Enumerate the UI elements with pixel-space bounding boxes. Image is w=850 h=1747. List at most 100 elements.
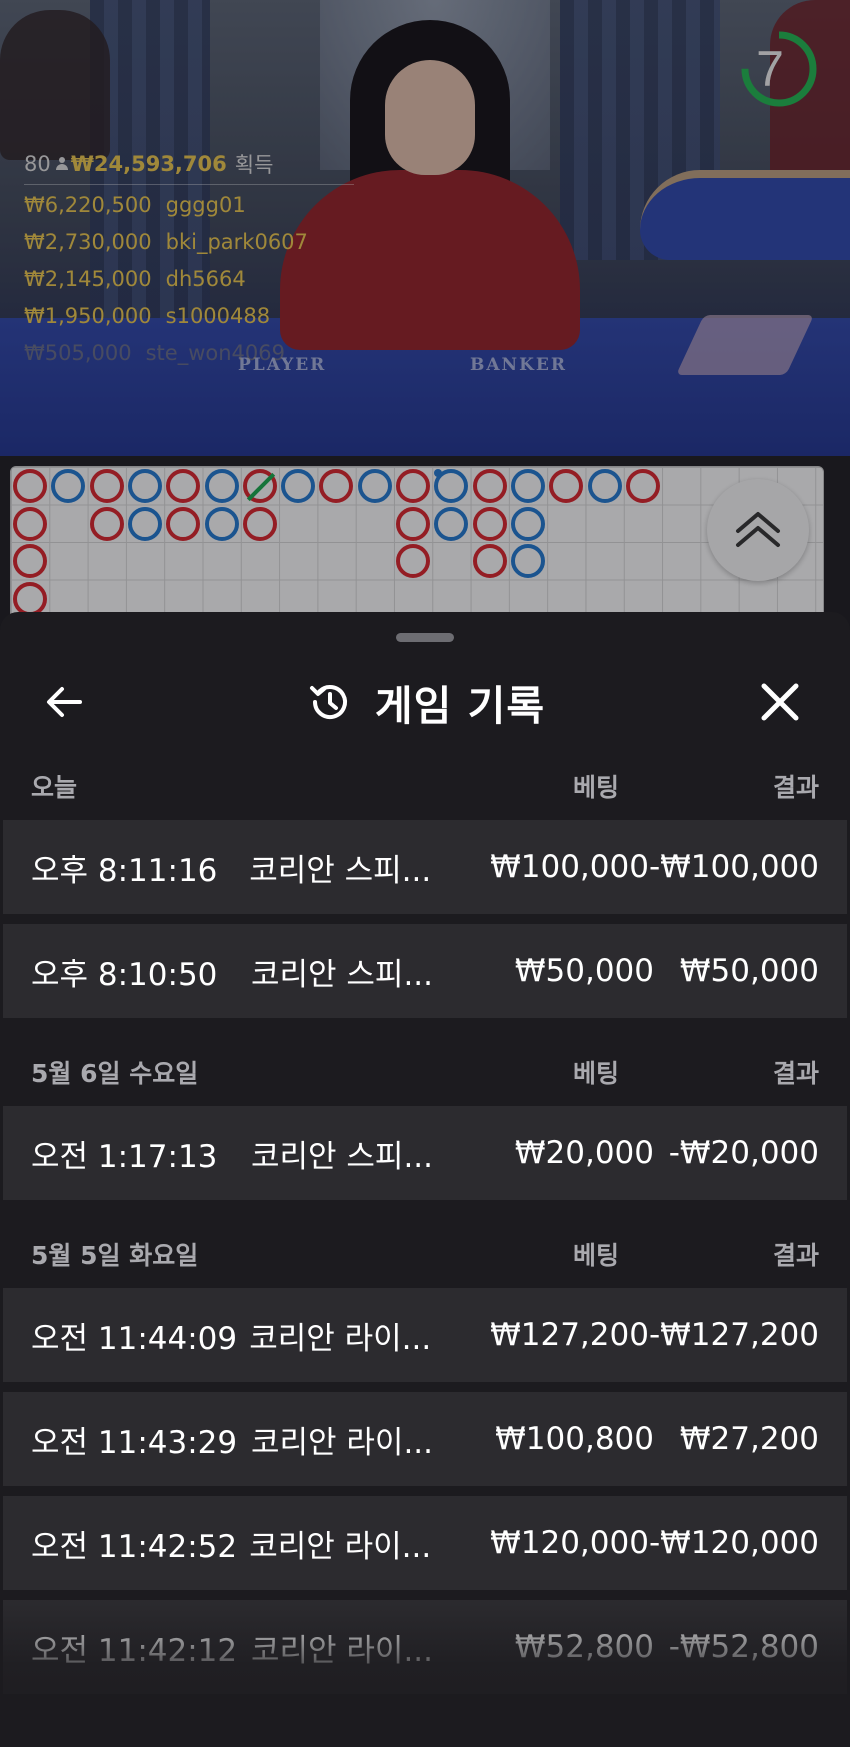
- game-name: 코리안 스피...: [251, 956, 434, 993]
- winner-user: gggg01: [165, 193, 246, 217]
- sheet-title-group: 게임 기록: [0, 652, 850, 752]
- winner-amount: ₩6,220,500: [24, 193, 152, 217]
- banker-bead: [549, 469, 584, 503]
- game-name: 코리안 라이...: [251, 1632, 434, 1669]
- bet-column-header: 베팅: [572, 1241, 619, 1270]
- history-row[interactable]: 오전 11:42:12 코리안 라이... ₩52,800 -₩52,800: [3, 1600, 847, 1694]
- banker-bead: [13, 506, 47, 541]
- game-history-sheet: 게임 기록 오늘 베팅 결과 오후 8:11:16 코리안 스피... ₩100…: [0, 612, 850, 1747]
- player-bead: [51, 469, 86, 503]
- total-winnings: ₩24,593,706: [70, 152, 227, 176]
- result-amount: ₩27,200: [679, 1421, 819, 1457]
- player-bead: [127, 469, 162, 503]
- close-button[interactable]: [755, 677, 805, 727]
- sheet-title: 게임 기록: [374, 682, 546, 730]
- winner-row: ₩1,950,000 s1000488: [24, 304, 354, 341]
- game-name: 코리안 라이...: [249, 1528, 432, 1565]
- result-amount: -₩20,000: [668, 1135, 819, 1171]
- banker-bead: [166, 469, 201, 503]
- round-time: 오전 11:42:52: [31, 1528, 238, 1565]
- game-name: 코리안 스피...: [249, 852, 432, 889]
- pair-dot: [434, 469, 443, 477]
- winner-user: dh5664: [165, 267, 246, 291]
- double-chevron-up-icon: [736, 512, 780, 547]
- bead-road: [10, 466, 824, 616]
- round-time: 오전 1:17:13: [31, 1138, 218, 1175]
- winner-row: ₩505,000 ste_won4069: [24, 341, 354, 378]
- player-bead: [127, 506, 162, 541]
- section-date: 오늘: [31, 773, 78, 802]
- game-name: 코리안 라이...: [251, 1424, 434, 1461]
- winner-user: bki_park0607: [165, 230, 308, 254]
- player-bead: [510, 544, 545, 578]
- bet-amount: ₩50,000: [514, 953, 654, 989]
- result-amount: -₩52,800: [668, 1629, 819, 1665]
- banker-bead: [396, 544, 430, 578]
- winner-amount: ₩2,145,000: [24, 267, 152, 291]
- sheet-drag-handle[interactable]: [396, 633, 454, 642]
- result-amount: -₩127,200: [648, 1317, 819, 1353]
- won-label: 획득: [234, 153, 274, 177]
- winner-amount: ₩2,730,000: [24, 230, 152, 254]
- banker-bead: [472, 544, 507, 578]
- banker-bead: [242, 506, 277, 541]
- banker-bead: [166, 506, 201, 541]
- close-icon: [761, 683, 799, 721]
- winners-summary: 80 ₩24,593,706 획득: [24, 148, 354, 180]
- banker-label: BANKER: [470, 355, 567, 375]
- countdown-timer: 7: [740, 30, 818, 108]
- divider: [24, 184, 354, 185]
- round-time: 오전 11:44:09: [31, 1320, 238, 1357]
- player-bead: [281, 469, 316, 503]
- history-list: 오늘 베팅 결과 오후 8:11:16 코리안 스피... ₩100,000 -…: [0, 752, 850, 1704]
- background-dealer-left: [0, 10, 110, 160]
- banker-bead: [396, 506, 430, 541]
- banker-bead: [13, 581, 47, 615]
- history-row[interactable]: 오전 1:17:13 코리안 스피... ₩20,000 -₩20,000: [3, 1106, 847, 1200]
- player-bead: [204, 506, 239, 541]
- banker-bead: [625, 469, 660, 503]
- history-row[interactable]: 오후 8:10:50 코리안 스피... ₩50,000 ₩50,000: [3, 924, 847, 1018]
- side-table: [640, 170, 850, 260]
- history-row[interactable]: 오후 8:11:16 코리안 스피... ₩100,000 -₩100,000: [3, 820, 847, 914]
- history-row[interactable]: 오전 11:43:29 코리안 라이... ₩100,800 ₩27,200: [3, 1392, 847, 1486]
- history-row[interactable]: 오전 11:42:52 코리안 라이... ₩120,000 -₩120,000: [3, 1496, 847, 1590]
- countdown-value: 7: [756, 41, 784, 97]
- player-bead: [434, 506, 469, 541]
- winner-row: ₩2,145,000 dh5664: [24, 267, 354, 304]
- round-time: 오전 11:43:29: [31, 1424, 238, 1461]
- round-time: 오전 11:42:12: [31, 1632, 238, 1669]
- banker-bead: [319, 469, 354, 503]
- bet-amount: ₩100,000: [490, 849, 649, 885]
- result-column-header: 결과: [772, 1059, 819, 1088]
- bet-column-header: 베팅: [572, 1059, 619, 1088]
- section-date: 5월 5일 화요일: [31, 1241, 199, 1270]
- player-bead: [204, 469, 239, 503]
- game-name: 코리안 스피...: [251, 1138, 434, 1175]
- history-icon: [309, 685, 347, 719]
- banker-bead: [13, 544, 47, 578]
- banker-bead: [89, 469, 124, 503]
- section-date: 5월 6일 수요일: [31, 1059, 199, 1088]
- result-amount: -₩120,000: [648, 1525, 819, 1561]
- player-bead: [510, 469, 545, 503]
- bet-column-header: 베팅: [572, 773, 619, 802]
- bet-amount: ₩120,000: [490, 1525, 649, 1561]
- dealer-face: [385, 60, 475, 175]
- sheet-header: 게임 기록: [0, 652, 850, 752]
- banker-bead: [396, 469, 430, 503]
- result-column-header: 결과: [772, 773, 819, 802]
- player-bead: [434, 469, 469, 503]
- expand-road-button[interactable]: [707, 479, 809, 581]
- live-video: PLAYER BANKER 80 ₩24,593,706 획득 ₩6,220,5…: [0, 0, 850, 456]
- banker-bead: [472, 506, 507, 541]
- person-icon: [55, 157, 68, 171]
- player-bead: [510, 506, 545, 541]
- result-amount: ₩50,000: [679, 953, 819, 989]
- history-row[interactable]: 오전 11:44:09 코리안 라이... ₩127,200 -₩127,200: [3, 1288, 847, 1382]
- player-bead: [357, 469, 392, 503]
- winners-overlay: 80 ₩24,593,706 획득 ₩6,220,500 gggg01 ₩2,7…: [24, 148, 354, 378]
- round-time: 오후 8:11:16: [31, 852, 218, 889]
